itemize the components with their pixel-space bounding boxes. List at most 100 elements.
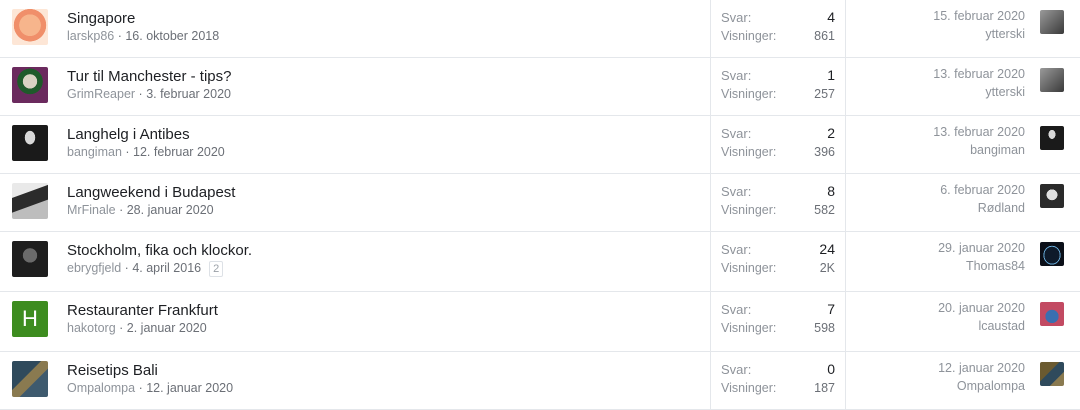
last-post-date[interactable]: 12. januar 2020 bbox=[938, 361, 1025, 375]
thread-meta: bangiman · 12. februar 2020 bbox=[67, 145, 225, 159]
thread-date: 12. januar 2020 bbox=[146, 381, 234, 395]
replies-label: Svar: bbox=[721, 302, 752, 317]
views-label: Visninger: bbox=[721, 145, 777, 159]
thread-main: Tur til Manchester - tips? GrimReaper · … bbox=[0, 58, 711, 115]
last-post: 13. februar 2020 bangiman bbox=[846, 116, 1080, 173]
last-post-avatar[interactable] bbox=[1040, 242, 1064, 266]
last-post-date[interactable]: 29. januar 2020 bbox=[938, 241, 1025, 255]
page-link[interactable]: 2 bbox=[209, 261, 224, 277]
last-post-date[interactable]: 13. februar 2020 bbox=[933, 125, 1025, 139]
thread-date: 4. april 2016 bbox=[132, 261, 202, 275]
last-post-user[interactable]: Thomas84 bbox=[966, 259, 1025, 273]
views-label: Visninger: bbox=[721, 321, 777, 335]
thread-main: Langweekend i Budapest MrFinale · 28. ja… bbox=[0, 174, 711, 231]
replies-count: 24 bbox=[819, 241, 835, 257]
views-label: Visninger: bbox=[721, 29, 777, 43]
thread-main: Langhelg i Antibes bangiman · 12. februa… bbox=[0, 116, 711, 173]
thread-title[interactable]: Tur til Manchester - tips? bbox=[67, 68, 232, 85]
thread-title[interactable]: Stockholm, fika och klockor. bbox=[67, 242, 252, 259]
author-avatar[interactable] bbox=[12, 241, 48, 277]
last-post: 12. januar 2020 Ompalompa bbox=[846, 352, 1080, 409]
author-avatar[interactable]: H bbox=[12, 301, 48, 337]
thread-date: 3. februar 2020 bbox=[146, 87, 231, 101]
views-count: 2K bbox=[819, 261, 835, 275]
thread-meta: MrFinale · 28. januar 2020 bbox=[67, 203, 214, 217]
replies-label: Svar: bbox=[721, 362, 752, 377]
author-link[interactable]: larskp86 bbox=[67, 29, 114, 43]
thread-row[interactable]: Langhelg i Antibes bangiman · 12. februa… bbox=[0, 116, 1080, 174]
last-post-avatar[interactable] bbox=[1040, 362, 1064, 386]
views-label: Visninger: bbox=[721, 203, 777, 217]
thread-meta: hakotorg · 2. januar 2020 bbox=[67, 321, 207, 335]
replies-label: Svar: bbox=[721, 126, 752, 141]
thread-title[interactable]: Reisetips Bali bbox=[67, 362, 158, 379]
thread-row[interactable]: Stockholm, fika och klockor. ebrygfjeld … bbox=[0, 232, 1080, 292]
avatar-letter: H bbox=[22, 306, 38, 331]
thread-stats: Svar: 8 Visninger: 582 bbox=[711, 174, 846, 231]
views-label: Visninger: bbox=[721, 381, 777, 395]
views-count: 598 bbox=[814, 321, 835, 335]
last-post: 20. januar 2020 lcaustad bbox=[846, 292, 1080, 351]
thread-row[interactable]: Langweekend i Budapest MrFinale · 28. ja… bbox=[0, 174, 1080, 232]
last-post-avatar[interactable] bbox=[1040, 10, 1064, 34]
thread-list: Singapore larskp86 · 16. oktober 2018 Sv… bbox=[0, 0, 1080, 410]
last-post-avatar[interactable] bbox=[1040, 126, 1064, 150]
replies-label: Svar: bbox=[721, 184, 752, 199]
last-post-date[interactable]: 20. januar 2020 bbox=[938, 301, 1025, 315]
last-post-user[interactable]: ytterski bbox=[985, 85, 1025, 99]
last-post-user[interactable]: Ompalompa bbox=[957, 379, 1025, 393]
author-link[interactable]: bangiman bbox=[67, 145, 122, 159]
thread-date: 2. januar 2020 bbox=[126, 321, 207, 335]
thread-main: Reisetips Bali Ompalompa · 12. januar 20… bbox=[0, 352, 711, 409]
last-post-date[interactable]: 13. februar 2020 bbox=[933, 67, 1025, 81]
author-link[interactable]: ebrygfjeld bbox=[67, 261, 121, 275]
thread-main: H Restauranter Frankfurt hakotorg · 2. j… bbox=[0, 292, 711, 351]
author-link[interactable]: Ompalompa bbox=[67, 381, 135, 395]
last-post-date[interactable]: 6. februar 2020 bbox=[940, 183, 1025, 197]
thread-meta: larskp86 · 16. oktober 2018 bbox=[67, 29, 220, 43]
thread-main: Stockholm, fika och klockor. ebrygfjeld … bbox=[0, 232, 711, 291]
views-count: 396 bbox=[814, 145, 835, 159]
author-avatar[interactable] bbox=[12, 67, 48, 103]
views-label: Visninger: bbox=[721, 87, 777, 101]
last-post: 6. februar 2020 Rødland bbox=[846, 174, 1080, 231]
last-post-avatar[interactable] bbox=[1040, 184, 1064, 208]
thread-stats: Svar: 1 Visninger: 257 bbox=[711, 58, 846, 115]
author-link[interactable]: MrFinale bbox=[67, 203, 116, 217]
thread-stats: Svar: 2 Visninger: 396 bbox=[711, 116, 846, 173]
thread-row[interactable]: Reisetips Bali Ompalompa · 12. januar 20… bbox=[0, 352, 1080, 410]
views-count: 861 bbox=[814, 29, 835, 43]
replies-label: Svar: bbox=[721, 10, 752, 25]
thread-meta: ebrygfjeld · 4. april 2016 2 bbox=[67, 261, 224, 277]
thread-row[interactable]: H Restauranter Frankfurt hakotorg · 2. j… bbox=[0, 292, 1080, 352]
thread-row[interactable]: Tur til Manchester - tips? GrimReaper · … bbox=[0, 58, 1080, 116]
last-post-user[interactable]: lcaustad bbox=[978, 319, 1025, 333]
replies-label: Svar: bbox=[721, 242, 752, 257]
last-post-date[interactable]: 15. februar 2020 bbox=[933, 9, 1025, 23]
views-count: 582 bbox=[814, 203, 835, 217]
author-avatar[interactable] bbox=[12, 125, 48, 161]
author-link[interactable]: hakotorg bbox=[67, 321, 116, 335]
thread-title[interactable]: Langhelg i Antibes bbox=[67, 126, 190, 143]
last-post: 29. januar 2020 Thomas84 bbox=[846, 232, 1080, 291]
last-post: 15. februar 2020 ytterski bbox=[846, 0, 1080, 57]
thread-stats: Svar: 24 Visninger: 2K bbox=[711, 232, 846, 291]
last-post-avatar[interactable] bbox=[1040, 68, 1064, 92]
thread-meta: Ompalompa · 12. januar 2020 bbox=[67, 381, 234, 395]
last-post-user[interactable]: Rødland bbox=[978, 201, 1025, 215]
views-count: 257 bbox=[814, 87, 835, 101]
last-post-avatar[interactable] bbox=[1040, 302, 1064, 326]
thread-date: 28. januar 2020 bbox=[126, 203, 214, 217]
thread-title[interactable]: Singapore bbox=[67, 10, 135, 27]
thread-row[interactable]: Singapore larskp86 · 16. oktober 2018 Sv… bbox=[0, 0, 1080, 58]
author-link[interactable]: GrimReaper bbox=[67, 87, 135, 101]
author-avatar[interactable] bbox=[12, 9, 48, 45]
author-avatar[interactable] bbox=[12, 361, 48, 397]
thread-meta: GrimReaper · 3. februar 2020 bbox=[67, 87, 231, 101]
last-post-user[interactable]: ytterski bbox=[985, 27, 1025, 41]
thread-title[interactable]: Langweekend i Budapest bbox=[67, 184, 235, 201]
thread-title[interactable]: Restauranter Frankfurt bbox=[67, 302, 218, 319]
last-post-user[interactable]: bangiman bbox=[970, 143, 1025, 157]
replies-count: 7 bbox=[827, 301, 835, 317]
author-avatar[interactable] bbox=[12, 183, 48, 219]
